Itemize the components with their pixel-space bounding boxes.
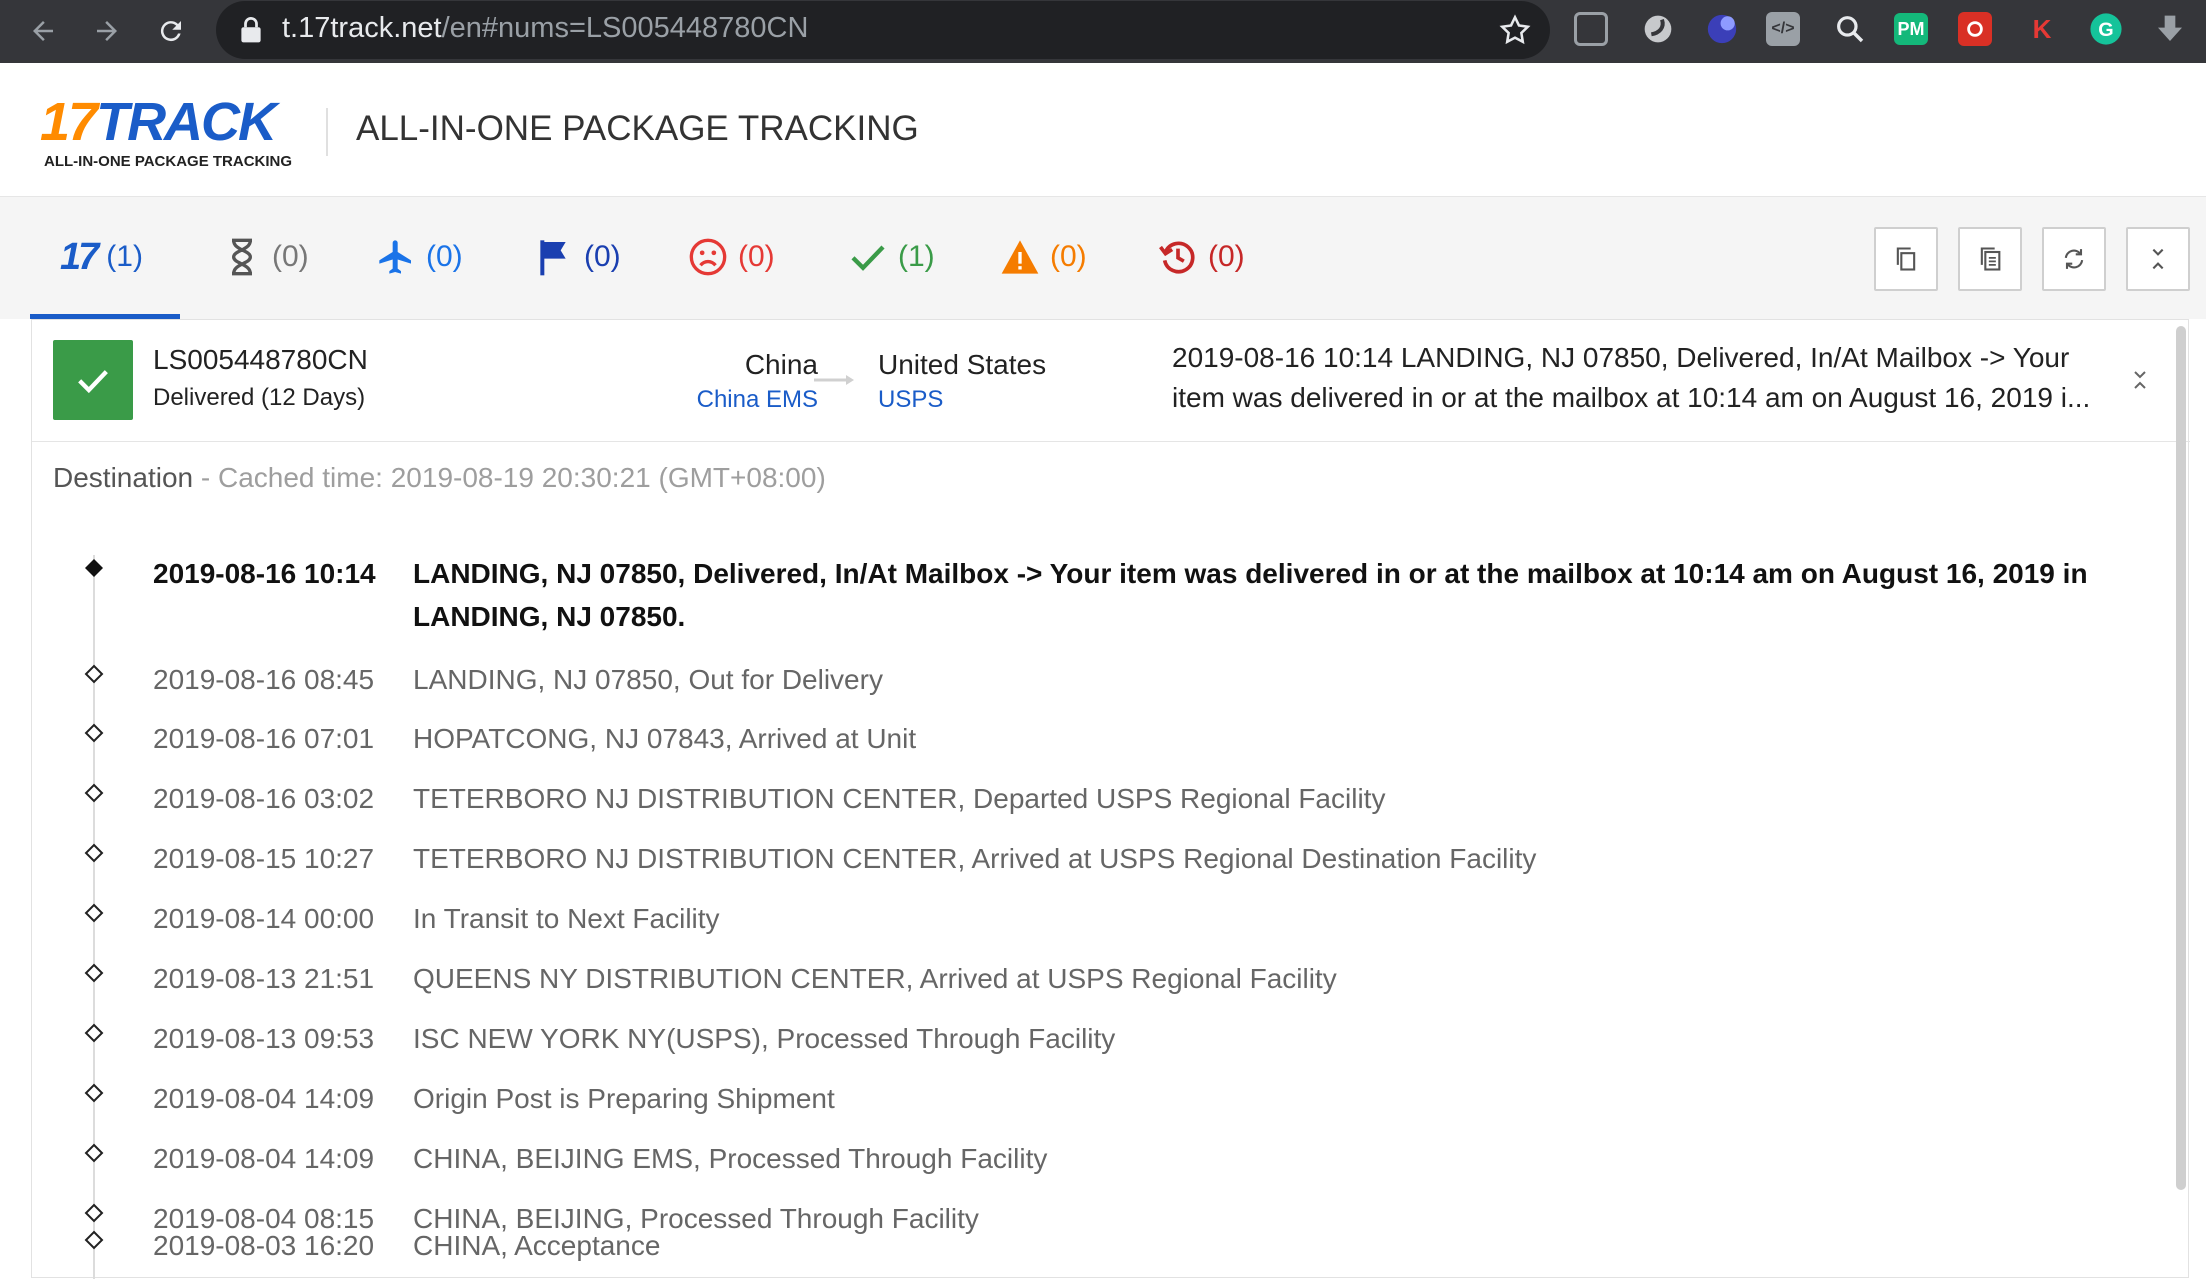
collapse-chevron-icon[interactable] [2128, 366, 2152, 394]
address-bar[interactable]: t.17track.net/en#nums=LS005448780CN [216, 1, 1550, 59]
reload-button[interactable] [148, 8, 194, 54]
sad-face-icon [689, 238, 727, 276]
tracking-card: LS005448780CN Delivered (12 Days) China … [31, 319, 2190, 1279]
header-divider [326, 108, 328, 156]
refresh-icon [2064, 249, 2084, 269]
diamond-icon [84, 1023, 104, 1043]
destination-country: United States [878, 349, 1047, 380]
destination-carrier-link[interactable]: USPS [878, 382, 1046, 418]
back-button[interactable] [20, 8, 66, 54]
tab-in-transit[interactable]: (0) [376, 235, 463, 279]
diamond-icon [84, 903, 104, 923]
diamond-icon [84, 1203, 104, 1223]
extension-search-icon[interactable] [1830, 9, 1870, 49]
17track-logo[interactable]: 17TRACK ALL-IN-ONE PACKAGE TRACKING [40, 91, 310, 171]
arrow-left-icon [33, 21, 53, 41]
tab-count: (0) [272, 240, 309, 273]
diamond-icon [84, 783, 104, 803]
refresh-button[interactable] [2042, 227, 2106, 291]
url-text: t.17track.net/en#nums=LS005448780CN [282, 12, 809, 44]
diamond-icon [84, 664, 104, 684]
airplane-icon [379, 240, 411, 274]
hourglass-icon [231, 238, 253, 276]
tab-count: (0) [738, 240, 775, 273]
extension-k-icon[interactable]: K [2022, 9, 2062, 49]
destination-section-label: Destination - Cached time: 2019-08-19 20… [53, 462, 826, 493]
delivery-status: Delivered (12 Days) [153, 384, 366, 411]
tab-pick-up[interactable]: (0) [534, 235, 621, 279]
tab-count: (0) [1050, 240, 1087, 273]
diamond-icon [84, 1143, 104, 1163]
destination: United States USPS [878, 348, 1046, 418]
extension-swirl-icon[interactable] [1638, 9, 1678, 49]
origin-country: China [744, 349, 818, 380]
download-icon[interactable] [2150, 9, 2190, 49]
diamond-icon [84, 1083, 104, 1103]
tab-count: (0) [1208, 240, 1245, 273]
diamond-icon [84, 1230, 104, 1250]
forward-button[interactable] [84, 8, 130, 54]
tab-count: (1) [898, 240, 935, 273]
logo-tagline: ALL-IN-ONE PACKAGE TRACKING [44, 153, 293, 170]
latest-event-summary: 2019-08-16 10:14 LANDING, NJ 07850, Deli… [1172, 342, 2091, 413]
tab-all[interactable]: 17 (1) [60, 235, 143, 279]
extension-orb-icon[interactable] [1702, 9, 1742, 49]
diamond-icon [84, 843, 104, 863]
flag-icon [540, 240, 566, 276]
svg-text:G: G [2098, 19, 2113, 41]
tab-undelivered[interactable]: (0) [688, 235, 775, 279]
clipboard-list-icon [1980, 247, 2001, 271]
history-icon [1159, 241, 1195, 274]
check-icon [851, 245, 885, 271]
extension-pm-icon[interactable]: PM [1894, 13, 1928, 45]
diamond-icon [84, 723, 104, 743]
origin: China China EMS [697, 348, 818, 418]
tab-count: (0) [584, 240, 621, 273]
diamond-icon [84, 963, 104, 983]
tab-count: (0) [426, 240, 463, 273]
route-arrow-icon [814, 375, 854, 385]
arrow-right-icon [97, 21, 117, 41]
tab-not-found[interactable]: (0) [222, 235, 309, 279]
extension-code-icon[interactable]: </> [1766, 12, 1800, 46]
tab-count: (1) [106, 240, 143, 273]
extension-grammarly-icon[interactable]: G [2086, 9, 2126, 49]
17-logo-icon: 17 [60, 235, 99, 278]
site-header: 17TRACK ALL-IN-ONE PACKAGE TRACKING ALL-… [0, 63, 2206, 197]
bookmark-star-icon[interactable] [1498, 13, 1532, 47]
origin-carrier-link[interactable]: China EMS [697, 382, 818, 418]
scrollbar[interactable] [2176, 326, 2186, 1190]
extension-screenshot-icon[interactable] [1574, 12, 1608, 46]
copy-details-button[interactable] [1958, 227, 2022, 291]
status-filter-bar: 17 (1) (0) (0) (0) (0) (1) (0) (0) [0, 197, 2206, 319]
lock-icon [241, 17, 261, 43]
tab-expired[interactable]: (0) [1158, 235, 1245, 279]
collapse-all-button[interactable] [2126, 227, 2190, 291]
page-title: ALL-IN-ONE PACKAGE TRACKING [356, 109, 919, 148]
delivered-status-badge [53, 340, 133, 420]
extension-red-icon[interactable] [1958, 12, 1992, 46]
copy-icon [1896, 247, 1916, 271]
check-icon [78, 370, 108, 394]
copy-button[interactable] [1874, 227, 1938, 291]
warning-icon [1001, 240, 1039, 274]
logo-wordmark: 17TRACK [40, 92, 277, 152]
shipment-summary[interactable]: LS005448780CN Delivered (12 Days) China … [32, 320, 2190, 442]
tab-delivered[interactable]: (1) [848, 235, 935, 279]
reload-icon [160, 21, 181, 42]
browser-toolbar: t.17track.net/en#nums=LS005448780CN </> … [0, 0, 2206, 63]
filled-diamond-icon [85, 559, 103, 577]
collapse-icon [2152, 248, 2164, 270]
tab-alert[interactable]: (0) [1000, 235, 1087, 279]
tracking-number[interactable]: LS005448780CN [153, 344, 368, 376]
